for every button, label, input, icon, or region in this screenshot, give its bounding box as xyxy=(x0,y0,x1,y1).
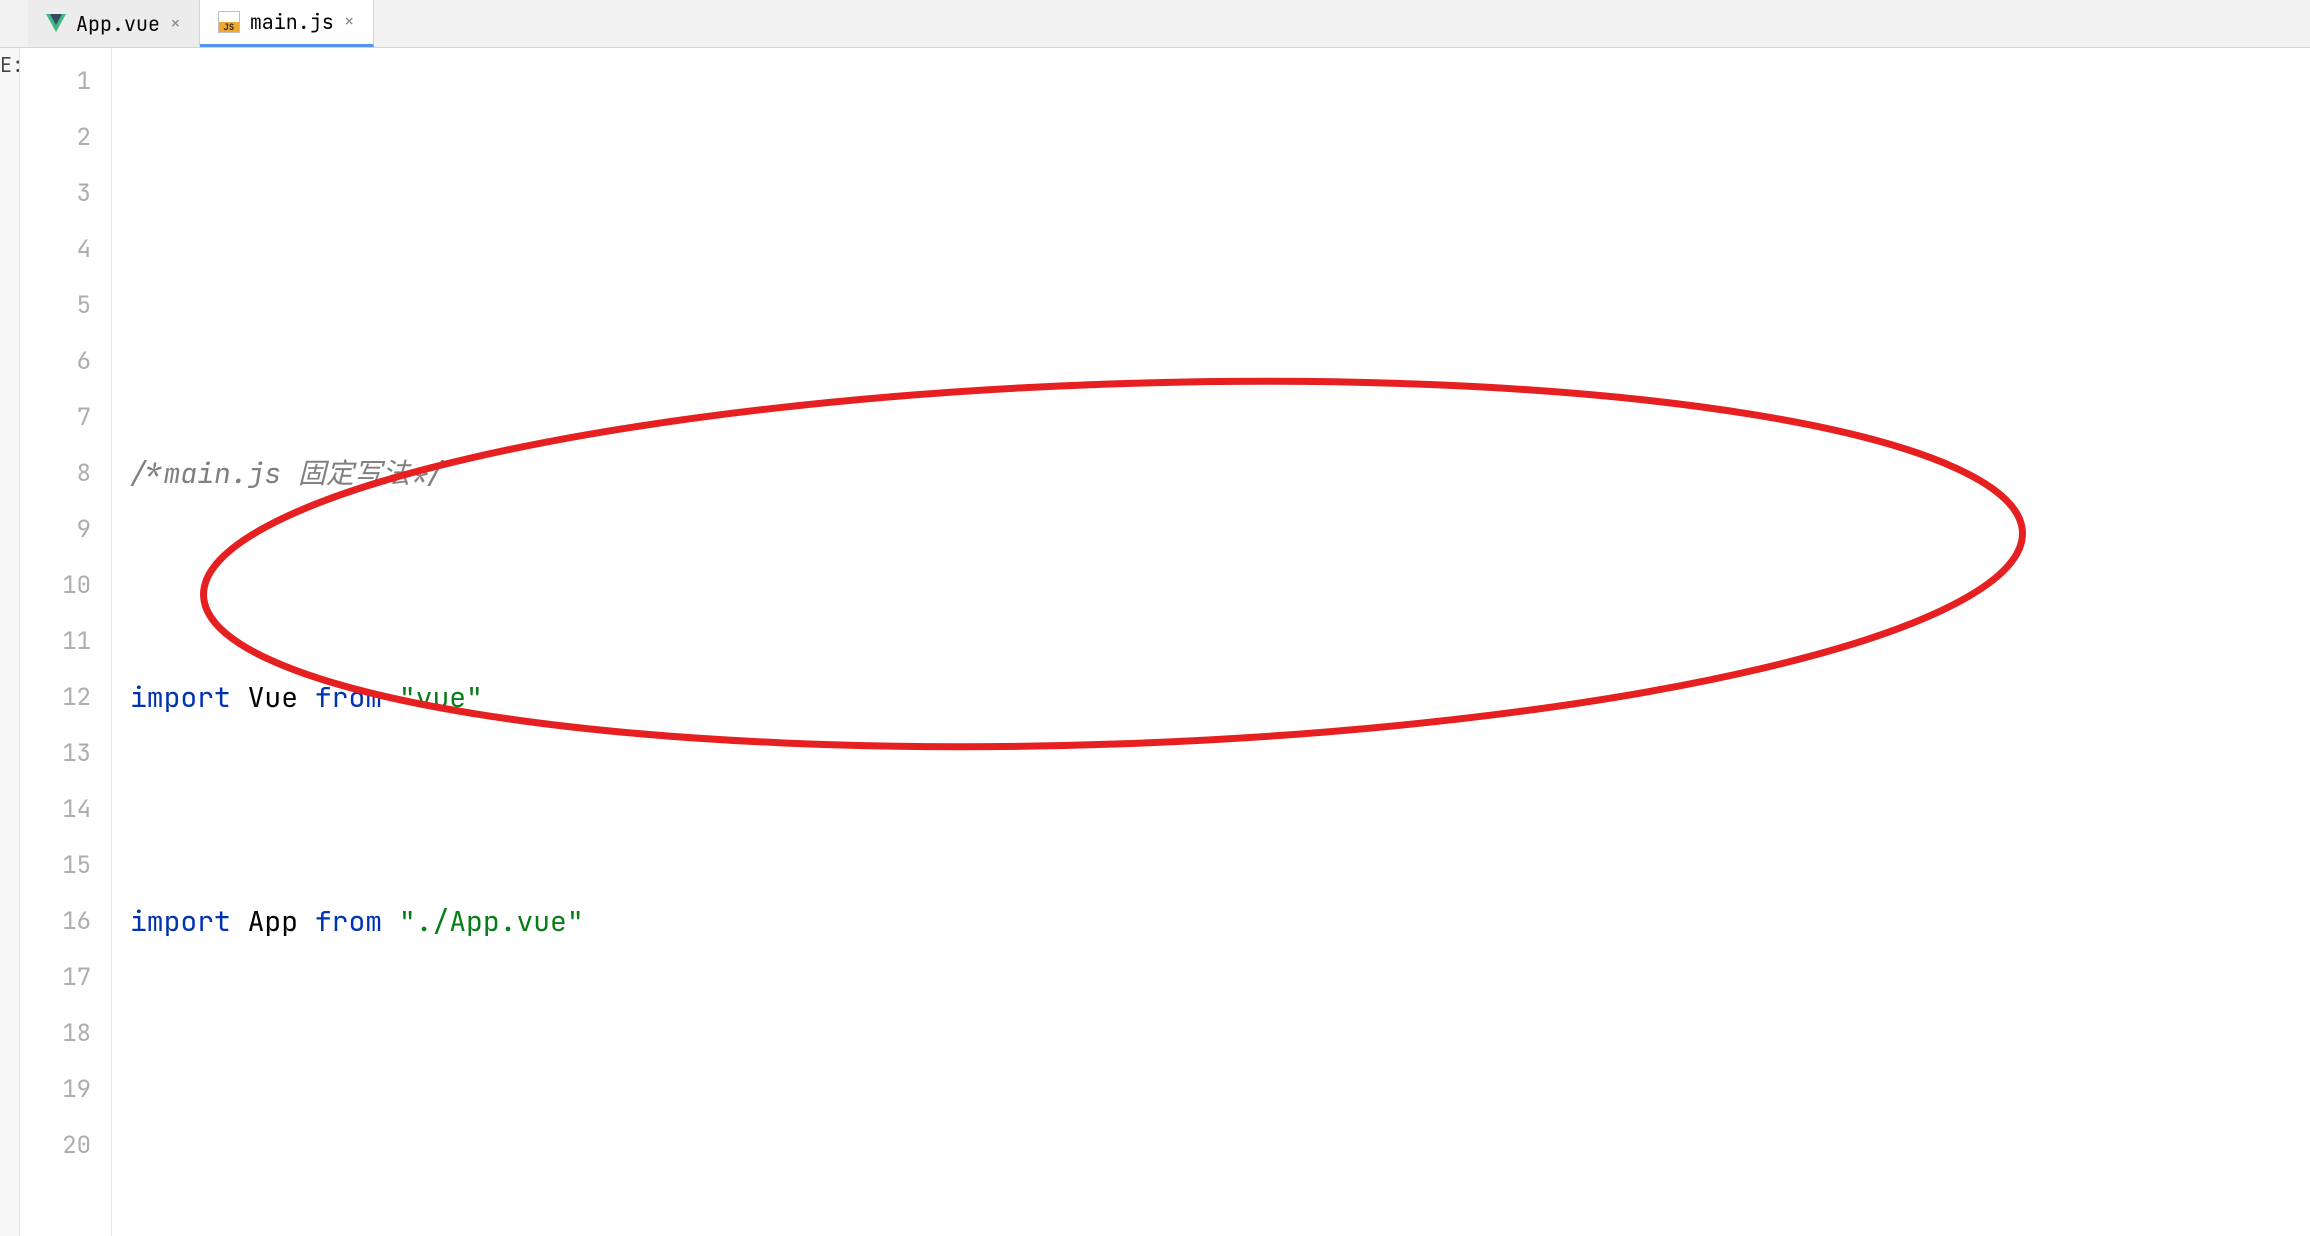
line-number: 14 xyxy=(20,782,91,838)
line-number: 5 xyxy=(20,278,91,334)
code-area[interactable]: /*main.js 固定写法*/ import Vue from "vue" i… xyxy=(112,48,2310,1236)
line-number: 1 xyxy=(20,54,91,110)
annotation-ellipse xyxy=(72,298,1952,718)
close-icon[interactable]: × xyxy=(170,15,181,33)
line-number: 16 xyxy=(20,894,91,950)
project-tree-sliver: E: xyxy=(0,48,20,1236)
line-number: 6 xyxy=(20,334,91,390)
line-number: 4 xyxy=(20,222,91,278)
line-number: 12 xyxy=(20,670,91,726)
line-number: 10 xyxy=(20,558,91,614)
line-number: 17 xyxy=(20,950,91,1006)
line-number: 20 xyxy=(20,1118,91,1174)
tab-bar: App.vue × main.js × xyxy=(0,0,2310,48)
code-line[interactable] xyxy=(112,1118,2310,1174)
code-line[interactable]: import Vue from "vue" xyxy=(112,670,2310,726)
vue-icon xyxy=(46,14,66,34)
tab-app-vue[interactable]: App.vue × xyxy=(28,0,200,47)
tab-label: App.vue xyxy=(76,11,160,37)
line-number: 13 xyxy=(20,726,91,782)
code-line[interactable] xyxy=(112,222,2310,278)
line-number: 15 xyxy=(20,838,91,894)
line-number: 11 xyxy=(20,614,91,670)
tab-main-js[interactable]: main.js × xyxy=(200,0,374,47)
js-file-icon xyxy=(218,11,240,33)
editor: 1 2 3 4 5 6 7 8 9 10 11 12 13 14 15 16 1… xyxy=(20,48,2310,1236)
close-icon[interactable]: × xyxy=(344,13,355,31)
line-number: 3 xyxy=(20,166,91,222)
line-number-gutter[interactable]: 1 2 3 4 5 6 7 8 9 10 11 12 13 14 15 16 1… xyxy=(20,48,112,1236)
line-number: 2 xyxy=(20,110,91,166)
line-number: 19 xyxy=(20,1062,91,1118)
line-number: 8 xyxy=(20,446,91,502)
line-number: 18 xyxy=(20,1006,91,1062)
tab-label: main.js xyxy=(250,9,334,35)
code-line[interactable]: import App from "./App.vue" xyxy=(112,894,2310,950)
line-number: 7 xyxy=(20,390,91,446)
line-number: 9 xyxy=(20,502,91,558)
code-line[interactable]: /*main.js 固定写法*/ xyxy=(112,446,2310,502)
